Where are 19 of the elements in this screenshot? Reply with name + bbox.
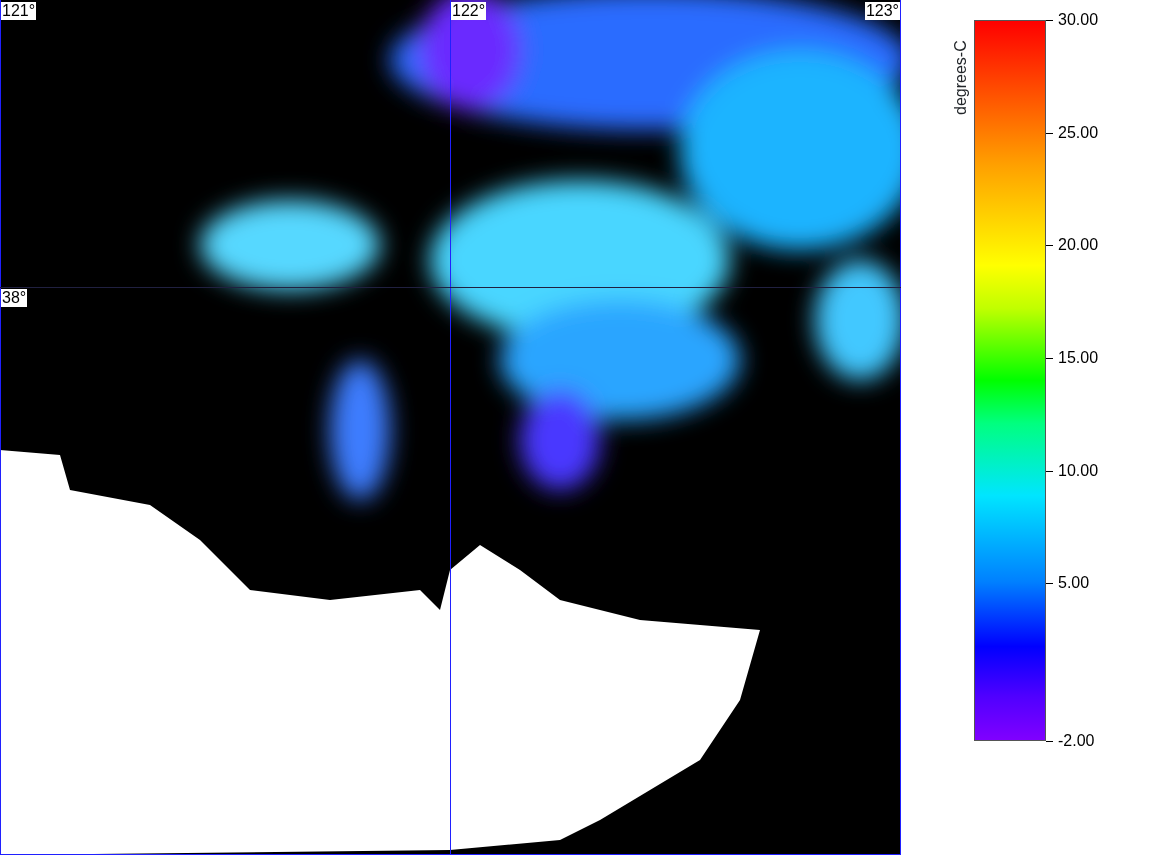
scale-label: 15.00	[1058, 348, 1099, 367]
longitude-label: 123°	[864, 2, 900, 20]
tick-mark	[1046, 583, 1053, 585]
scale-label: 30.00	[1058, 11, 1099, 29]
longitude-label: 121°	[1, 2, 37, 20]
tick-mark	[1046, 470, 1053, 472]
tick-mark	[1046, 20, 1053, 21]
tick-mark	[1046, 741, 1053, 742]
scale-label: -2.00	[1058, 732, 1095, 750]
tick-mark	[1046, 132, 1053, 134]
tick-mark	[1046, 245, 1053, 247]
scale-label: 20.00	[1058, 236, 1099, 255]
scale-label: 5.00	[1058, 574, 1090, 593]
longitude-label: 122°	[451, 2, 487, 20]
colorbar-title: degrees-C	[951, 40, 970, 115]
tick-mark	[1046, 357, 1053, 359]
latitude-label: 38°	[1, 289, 28, 307]
scale-label: 25.00	[1058, 123, 1099, 142]
scale-label: 10.00	[1058, 461, 1099, 480]
